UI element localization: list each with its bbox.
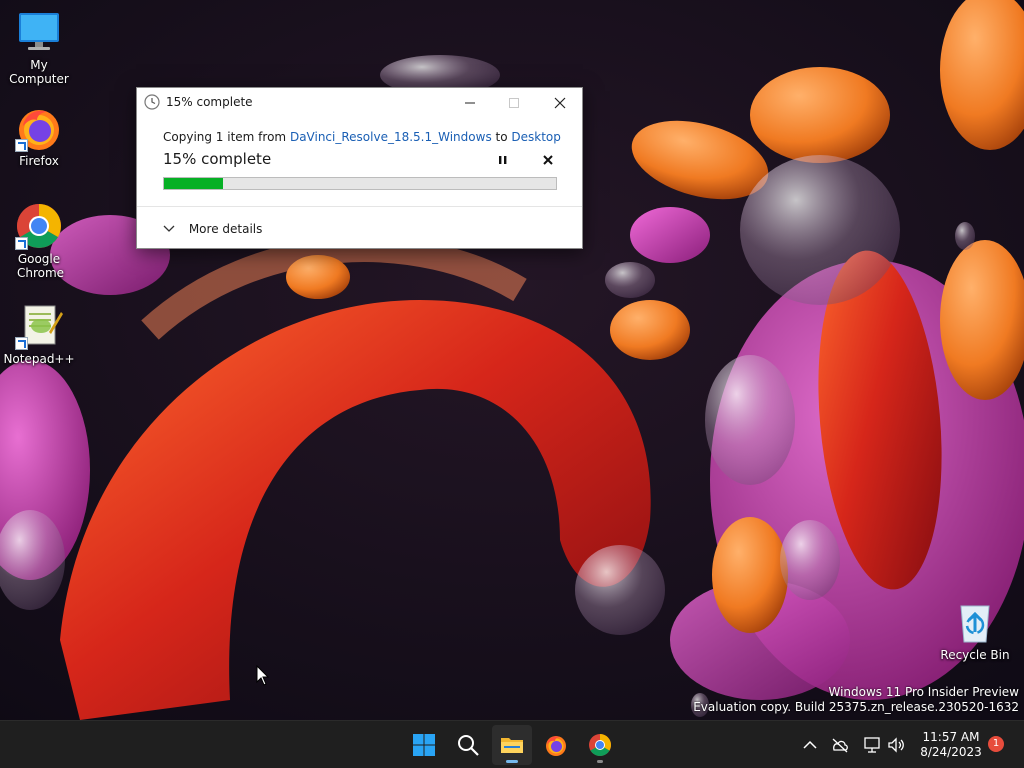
search-icon [458,735,479,756]
dialog-body: Copying 1 item from DaVinci_Resolve_18.5… [163,130,563,144]
chrome-icon [15,202,63,250]
maximize-button[interactable] [491,88,537,116]
running-indicator [597,760,603,763]
firefox-icon [546,736,566,756]
destination-folder-link[interactable]: Desktop [511,130,561,144]
cancel-copy-button[interactable] [539,151,557,169]
desktop-icon-my-computer[interactable]: My Computer [0,8,78,86]
windows-start-icon [413,734,435,756]
dialog-title: 15% complete [166,95,253,109]
chevron-down-icon [163,222,177,236]
desktop-icon-label: Recycle Bin [940,648,1010,662]
progress-bar-fill [164,178,223,189]
cloud-offline-icon [832,738,848,753]
clock-date: 8/24/2023 [920,745,982,759]
dialog-titlebar[interactable]: 15% complete [137,88,582,116]
taskbar: 11:57 AM 8/24/2023 1 [0,720,1024,768]
notepadpp-icon [15,302,63,350]
source-folder-link[interactable]: DaVinci_Resolve_18.5.1_Windows [290,130,492,144]
desktop-icon-firefox[interactable]: Firefox [0,104,78,168]
progress-heading: 15% complete [163,150,272,168]
chevron-up-icon [803,740,817,749]
network-icon [864,737,880,753]
pause-icon [499,156,507,164]
firefox-icon [15,104,63,152]
maximize-icon [509,97,519,108]
close-button[interactable] [537,88,583,116]
shortcut-arrow-icon [15,337,28,350]
desktop-icon-recycle-bin[interactable]: Recycle Bin [936,598,1014,662]
close-icon [543,155,553,165]
desktop-icon-label: My Computer [9,58,69,86]
taskbar-clock[interactable]: 11:57 AM 8/24/2023 [916,730,986,760]
network-button[interactable] [862,735,882,755]
close-icon [554,97,566,108]
desktop-icon-label: Notepad++ [3,352,75,366]
watermark-line: Windows 11 Pro Insider Preview [828,685,1019,699]
clock-time: 11:57 AM [922,730,980,744]
taskbar-chrome-button[interactable] [580,725,620,765]
minimize-button[interactable] [447,88,493,116]
running-indicator [506,760,518,763]
copy-prefix: Copying 1 item from [163,130,287,144]
progress-bar [163,177,557,190]
taskbar-start-button[interactable] [404,725,444,765]
taskbar-search-button[interactable] [448,725,488,765]
taskbar-file-explorer-button[interactable] [492,725,532,765]
monitor-icon [15,8,63,56]
mouse-cursor-icon [256,665,270,686]
to-word: to [495,130,508,144]
desktop-icon-notepadpp[interactable]: Notepad++ [0,302,78,366]
watermark-line: Evaluation copy. Build 25375.zn_release.… [693,700,1019,714]
onedrive-status-button[interactable] [830,735,850,755]
shortcut-arrow-icon [15,139,28,152]
more-details-toggle[interactable]: More details [163,221,262,239]
windows-build-watermark: Windows 11 Pro Insider Preview Evaluatio… [693,685,1019,715]
notification-badge[interactable]: 1 [988,736,1004,752]
recycle-bin-icon [951,598,999,646]
copy-description: Copying 1 item from DaVinci_Resolve_18.5… [163,130,563,144]
volume-button[interactable] [886,735,906,755]
desktop-icon-label: Google Chrome [17,252,65,280]
clock-icon [144,94,160,110]
pause-button[interactable] [493,151,513,169]
more-details-label: More details [188,221,263,236]
desktop-icon-chrome[interactable]: Google Chrome [0,202,78,280]
shortcut-arrow-icon [15,237,28,250]
copy-progress-dialog[interactable]: 15% complete Copying 1 item from DaVinci… [136,87,583,249]
minimize-icon [465,102,475,103]
divider [137,206,582,207]
desktop-icon-label: Firefox [19,154,59,168]
folder-icon [501,738,523,753]
speaker-icon [888,737,904,753]
taskbar-firefox-button[interactable] [536,725,576,765]
show-hidden-icons-button[interactable] [800,735,820,755]
chrome-icon [589,734,611,756]
